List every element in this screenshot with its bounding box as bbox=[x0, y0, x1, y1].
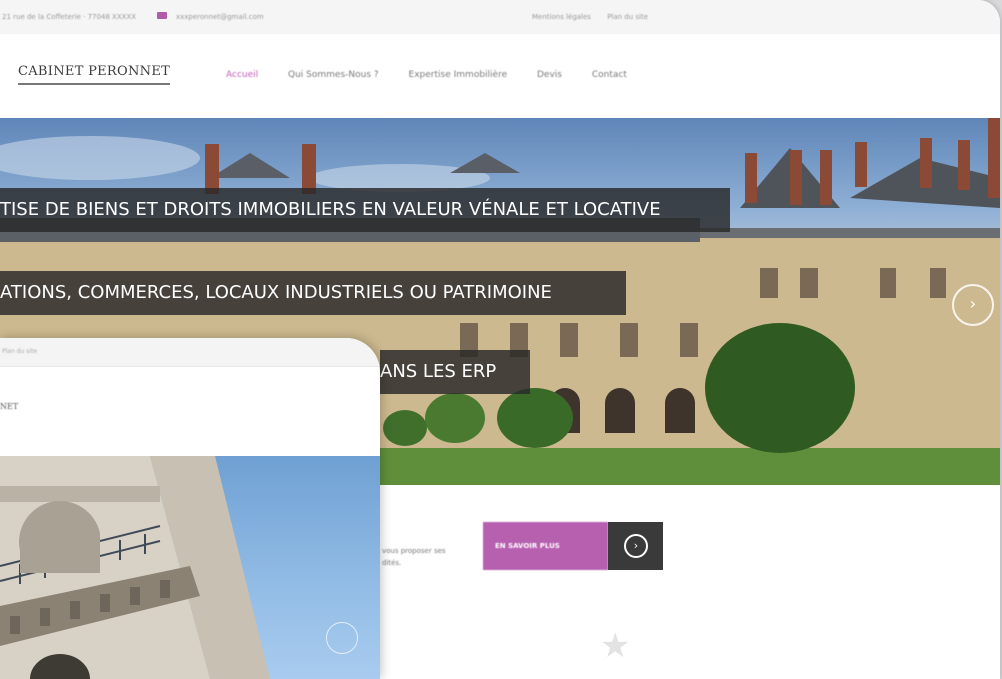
sitemap-link[interactable]: Plan du site bbox=[607, 13, 648, 21]
promo-text-line-1: vous proposer ses bbox=[382, 547, 446, 555]
nav-item-accueil[interactable]: Accueil bbox=[226, 70, 258, 80]
front-logo-fragment: NET bbox=[0, 402, 19, 411]
hero-banner-3: ANS LES ERP bbox=[380, 350, 530, 394]
address-text: 21 rue de la Coffeterie · 77048 XXXXX bbox=[2, 13, 137, 21]
site-header: CABINET PERONNET Accueil Qui Sommes-Nous… bbox=[0, 34, 1000, 118]
promo-text-line-2: dités. bbox=[382, 559, 402, 567]
cta-label[interactable]: EN SAVOIR PLUS bbox=[483, 522, 608, 570]
legal-link[interactable]: Mentions légales bbox=[532, 13, 591, 21]
nav-item-contact[interactable]: Contact bbox=[592, 70, 627, 80]
slider-next-icon[interactable]: › bbox=[952, 284, 994, 326]
top-info-bar: 21 rue de la Coffeterie · 77048 XXXXX xx… bbox=[0, 0, 1000, 35]
front-sitemap-link[interactable]: Plan du site bbox=[2, 348, 37, 355]
star-icon: ★ bbox=[600, 626, 631, 666]
nav-item-qui-sommes-nous[interactable]: Qui Sommes-Nous ? bbox=[288, 70, 379, 80]
cta-arrow-button[interactable]: › bbox=[608, 522, 663, 570]
hero-banner-2: ATIONS, COMMERCES, LOCAUX INDUSTRIELS OU… bbox=[0, 271, 626, 315]
email-link[interactable]: xxxperonnet@gmail.com bbox=[176, 13, 264, 21]
building-photo bbox=[0, 456, 380, 679]
cta-button[interactable]: EN SAVOIR PLUS › bbox=[483, 522, 663, 570]
nav-item-expertise[interactable]: Expertise Immobilière bbox=[409, 70, 508, 80]
top-links: Mentions légales Plan du site bbox=[532, 13, 662, 21]
front-top-bar: Plan du site bbox=[0, 338, 380, 367]
front-slider-next-icon[interactable] bbox=[326, 622, 358, 654]
chevron-right-circle-icon: › bbox=[624, 534, 648, 558]
site-logo[interactable]: CABINET PERONNET bbox=[18, 64, 171, 85]
hero-banner-1: TISE DE BIENS ET DROITS IMMOBILIERS EN V… bbox=[0, 188, 730, 232]
nav-item-devis[interactable]: Devis bbox=[537, 70, 562, 80]
front-browser-window: Plan du site NET bbox=[0, 338, 380, 679]
mail-icon bbox=[157, 12, 167, 19]
main-nav: Accueil Qui Sommes-Nous ? Expertise Immo… bbox=[226, 70, 654, 80]
promo-text: vous proposer ses dités. bbox=[382, 545, 446, 569]
building-illustration bbox=[0, 456, 270, 679]
